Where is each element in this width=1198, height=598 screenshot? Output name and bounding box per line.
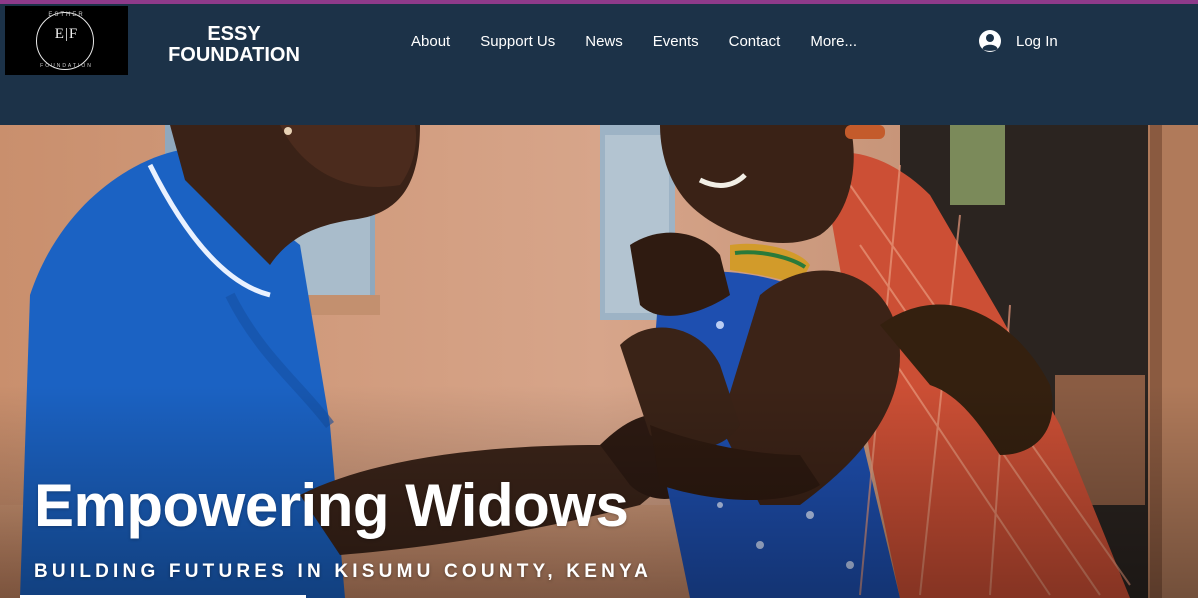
site-header: ESTHER E|F FOUNDATION ESSY FOUNDATION Ab… — [0, 4, 1198, 125]
main-nav: About Support Us News Events Contact Mor… — [396, 32, 872, 52]
hero-subheadline: BUILDING FUTURES IN KISUMU COUNTY, KENYA — [34, 561, 653, 582]
brand-name[interactable]: ESSY FOUNDATION — [160, 24, 308, 66]
nav-more[interactable]: More... — [795, 32, 872, 52]
logo-letters: E|F — [54, 26, 79, 42]
nav-support-us[interactable]: Support Us — [465, 32, 570, 52]
nav-events[interactable]: Events — [638, 32, 714, 52]
user-avatar-icon — [979, 30, 1001, 52]
nav-about[interactable]: About — [396, 32, 465, 52]
login-button[interactable]: Log In — [978, 29, 1058, 53]
login-label: Log In — [1016, 32, 1058, 50]
logo-top-text: ESTHER — [48, 12, 85, 18]
brand-line-1: ESSY — [207, 23, 261, 45]
logo-bottom-text: FOUNDATION — [40, 63, 93, 69]
brand-line-2: FOUNDATION — [168, 44, 300, 66]
nav-contact[interactable]: Contact — [714, 32, 796, 52]
nav-news[interactable]: News — [570, 32, 638, 52]
site-logo[interactable]: ESTHER E|F FOUNDATION — [5, 6, 128, 75]
hero-banner: Empowering Widows BUILDING FUTURES IN KI… — [0, 125, 1198, 598]
hero-headline: Empowering Widows — [34, 472, 629, 539]
